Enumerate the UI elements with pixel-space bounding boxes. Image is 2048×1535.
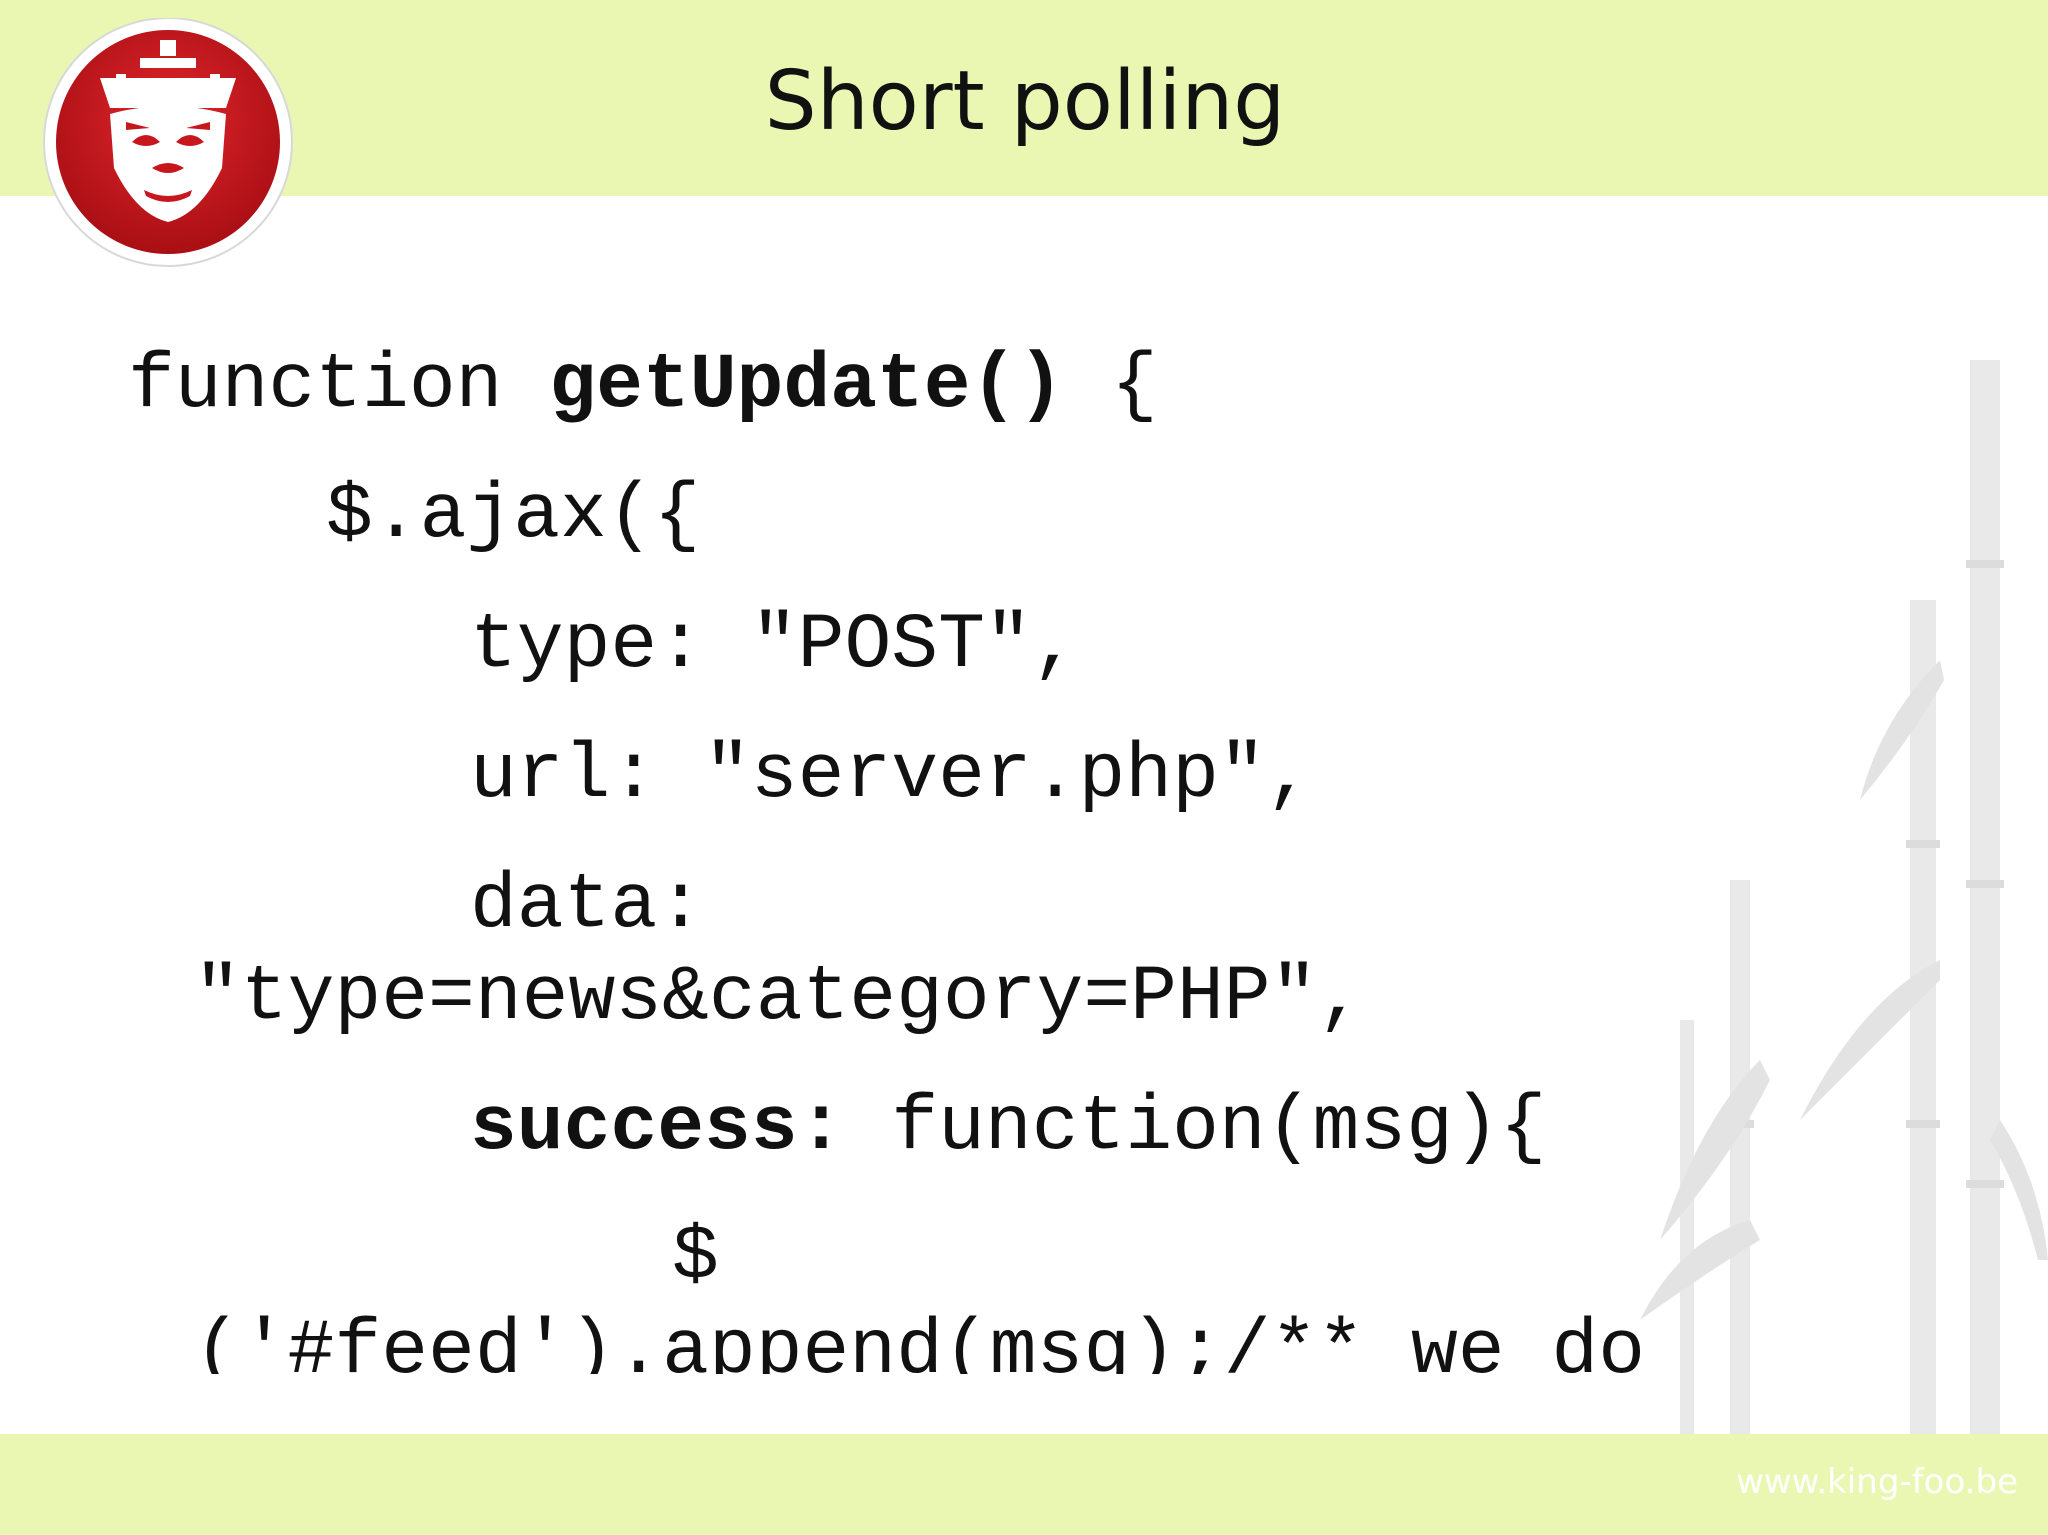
code-line: type: "POST", [470, 602, 1079, 690]
code-callback: function(msg){ [891, 1084, 1547, 1172]
footer-url: www.king-foo.be [1736, 1462, 2018, 1502]
code-line: data: [470, 862, 705, 950]
code-line: $ [672, 1214, 719, 1302]
code-line: ('#feed').append(msg);/** we do [194, 1308, 1646, 1374]
code-line: "type=news&category=PHP", [194, 954, 1365, 1042]
code-brace: { [1110, 342, 1158, 430]
monkey-king-logo-icon [43, 18, 293, 267]
slide-title: Short polling [764, 54, 1286, 149]
code-line: url: "server.php", [470, 732, 1313, 820]
code-line: $.ajax({ [326, 472, 701, 560]
code-line: function getUpdate() { [128, 340, 1158, 432]
code-keyword-success: success: [470, 1084, 845, 1172]
code-function-name: getUpdate() [549, 342, 1065, 430]
code-block: function getUpdate() { $.ajax({ type: "P… [0, 340, 2048, 1374]
code-keyword-function: function [128, 342, 503, 430]
code-line: success: function(msg){ [470, 1082, 1547, 1174]
